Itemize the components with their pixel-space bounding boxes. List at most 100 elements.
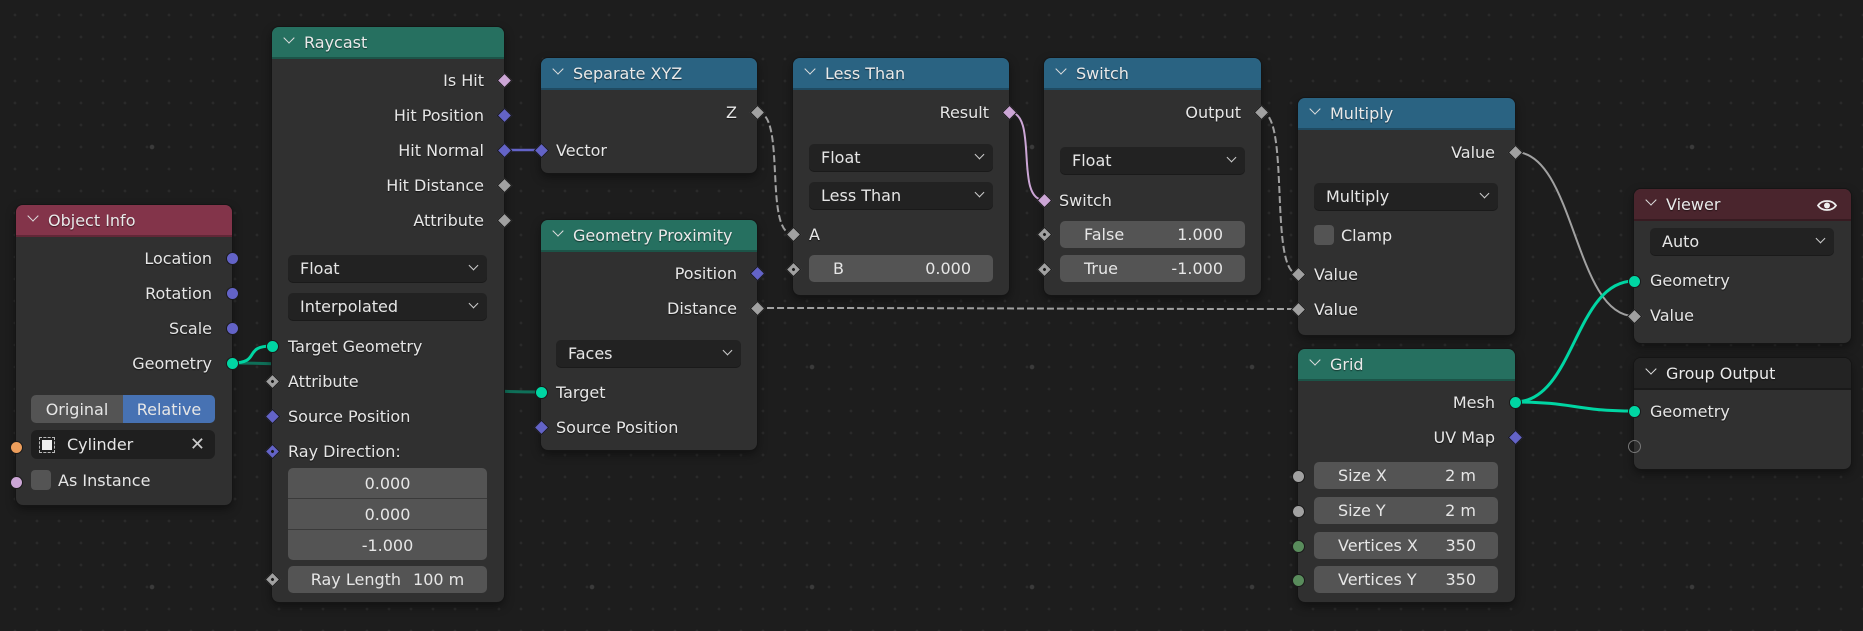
- node-header[interactable]: Grid: [1298, 349, 1515, 381]
- node-header[interactable]: Switch: [1044, 58, 1261, 90]
- socket-go-empty[interactable]: [1627, 439, 1641, 453]
- input-attribute: Attribute: [288, 371, 359, 391]
- node-grid[interactable]: Grid Mesh UV Map Size X2 m Size Y2 m Ver…: [1298, 349, 1515, 602]
- socket-gr-verts-x[interactable]: [1291, 539, 1305, 553]
- chevron-down-icon: [1815, 233, 1826, 244]
- socket-gp-target[interactable]: [534, 385, 548, 399]
- node-header[interactable]: Multiply: [1298, 98, 1515, 130]
- socket-oi-location[interactable]: [225, 251, 239, 265]
- clear-object-icon[interactable]: ✕: [190, 434, 205, 455]
- node-group-output[interactable]: Group Output Geometry: [1634, 358, 1851, 469]
- collapse-chevron-icon[interactable]: [284, 34, 294, 44]
- false-field[interactable]: False 1.000: [1060, 221, 1245, 248]
- ray-direction-z[interactable]: -1.000: [288, 530, 487, 560]
- relative-option[interactable]: Relative: [123, 395, 215, 423]
- node-header[interactable]: Raycast: [272, 27, 504, 59]
- node-object-info[interactable]: Object Info Location Rotation Scale Geom…: [16, 205, 232, 505]
- ray-direction-x[interactable]: 0.000: [288, 468, 487, 499]
- input-value-1: Value: [1314, 264, 1358, 284]
- data-type-dropdown[interactable]: Float: [288, 255, 487, 282]
- node-header[interactable]: Object Info: [16, 205, 232, 237]
- ray-direction-vector[interactable]: 0.000 0.000 -1.000: [288, 468, 487, 560]
- socket-oi-rotation[interactable]: [225, 286, 239, 300]
- output-attribute: Attribute: [413, 210, 484, 230]
- as-instance-checkbox[interactable]: [31, 470, 51, 490]
- size-x-field[interactable]: Size X2 m: [1314, 462, 1498, 489]
- node-header[interactable]: Geometry Proximity: [541, 220, 757, 252]
- collapse-chevron-icon[interactable]: [28, 212, 38, 222]
- true-field[interactable]: True -1.000: [1060, 255, 1245, 282]
- collapse-chevron-icon[interactable]: [553, 65, 563, 75]
- node-separate-xyz[interactable]: Separate XYZ Z Vector: [541, 58, 757, 173]
- input-value: Value: [1650, 305, 1694, 325]
- target-element-dropdown[interactable]: Faces: [556, 340, 741, 367]
- collapse-chevron-icon[interactable]: [1646, 365, 1656, 375]
- socket-go-geometry[interactable]: [1627, 404, 1641, 418]
- collapse-chevron-icon[interactable]: [805, 65, 815, 75]
- socket-gr-verts-y[interactable]: [1291, 573, 1305, 587]
- node-header[interactable]: Separate XYZ: [541, 58, 757, 90]
- data-type-dropdown[interactable]: Float: [809, 144, 993, 171]
- vertices-y-field[interactable]: Vertices Y 350: [1314, 566, 1498, 593]
- collapse-chevron-icon[interactable]: [1310, 105, 1320, 115]
- node-less-than[interactable]: Less Than Result Float Less Than A B 0.00…: [793, 58, 1009, 295]
- input-source-position: Source Position: [288, 406, 411, 426]
- collapse-chevron-icon[interactable]: [1310, 356, 1320, 366]
- input-target: Target: [556, 382, 606, 402]
- chevron-down-icon: [1479, 188, 1490, 199]
- node-header[interactable]: Group Output: [1634, 358, 1851, 390]
- socket-gr-mesh[interactable]: [1508, 395, 1522, 409]
- socket-gr-size-y[interactable]: [1291, 504, 1305, 518]
- socket-oi-scale[interactable]: [225, 321, 239, 335]
- size-y-field[interactable]: Size Y2 m: [1314, 497, 1498, 524]
- node-title: Less Than: [825, 63, 906, 83]
- socket-gr-size-x[interactable]: [1291, 469, 1305, 483]
- transform-space-toggle[interactable]: Original Relative: [31, 395, 215, 423]
- node-title: Viewer: [1666, 194, 1721, 214]
- operation-dropdown[interactable]: Less Than: [809, 182, 993, 209]
- clamp-checkbox[interactable]: [1314, 225, 1334, 245]
- operation-dropdown[interactable]: Multiply: [1314, 183, 1498, 210]
- vertices-x-field[interactable]: Vertices X 350: [1314, 532, 1498, 559]
- node-raycast[interactable]: Raycast Is Hit Hit Position Hit Normal H…: [272, 27, 504, 602]
- clamp-label: Clamp: [1341, 226, 1393, 245]
- chevron-down-icon: [468, 260, 479, 271]
- chevron-down-icon: [974, 149, 985, 160]
- node-viewer[interactable]: Viewer Auto Geometry Value: [1634, 189, 1851, 343]
- input-vector: Vector: [556, 140, 607, 160]
- collapse-chevron-icon[interactable]: [553, 227, 563, 237]
- input-ray-direction: Ray Direction:: [288, 441, 401, 461]
- b-field[interactable]: B 0.000: [809, 255, 993, 282]
- node-geometry-proximity[interactable]: Geometry Proximity Position Distance Fac…: [541, 220, 757, 450]
- node-title: Grid: [1330, 354, 1364, 374]
- as-instance-label: As Instance: [58, 471, 151, 490]
- node-header[interactable]: Less Than: [793, 58, 1009, 90]
- domain-dropdown[interactable]: Auto: [1650, 228, 1834, 255]
- node-multiply[interactable]: Multiply Value Multiply Clamp Value Valu…: [1298, 98, 1515, 335]
- node-title: Switch: [1076, 63, 1129, 83]
- mapping-dropdown[interactable]: Interpolated: [288, 293, 487, 320]
- socket-oi-geometry[interactable]: [225, 356, 239, 370]
- input-switch: Switch: [1059, 190, 1112, 210]
- socket-rc-target-geometry[interactable]: [265, 339, 279, 353]
- output-is-hit: Is Hit: [443, 70, 484, 90]
- object-field[interactable]: Cylinder ✕: [31, 430, 215, 459]
- collapse-chevron-icon[interactable]: [1646, 196, 1656, 206]
- original-option[interactable]: Original: [31, 395, 123, 423]
- node-title: Multiply: [1330, 103, 1394, 123]
- input-value-2: Value: [1314, 299, 1358, 319]
- socket-vw-geometry[interactable]: [1627, 274, 1641, 288]
- eye-icon[interactable]: [1816, 197, 1838, 211]
- node-header[interactable]: Viewer: [1634, 189, 1851, 221]
- collapse-chevron-icon[interactable]: [1056, 65, 1066, 75]
- node-switch[interactable]: Switch Output Float Switch False 1.000 Tr…: [1044, 58, 1261, 295]
- output-position: Position: [674, 263, 737, 283]
- ray-length-field[interactable]: Ray Length 100 m: [288, 566, 487, 593]
- ray-direction-y[interactable]: 0.000: [288, 499, 487, 530]
- data-type-dropdown[interactable]: Float: [1060, 147, 1245, 174]
- node-title: Raycast: [304, 32, 368, 52]
- object-name: Cylinder: [67, 435, 134, 454]
- socket-oi-instance-in[interactable]: [9, 475, 23, 489]
- output-hit-normal: Hit Normal: [398, 140, 484, 160]
- socket-oi-object-in[interactable]: [9, 440, 23, 454]
